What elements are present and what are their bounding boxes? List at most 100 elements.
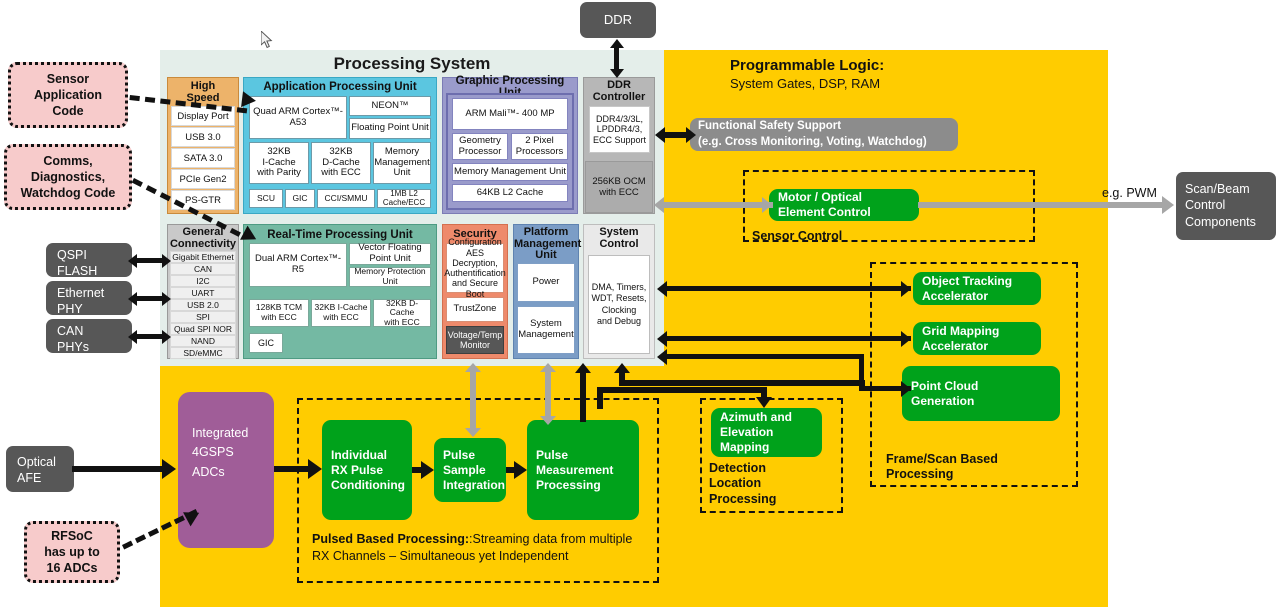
gc-item-i2c: I2C bbox=[170, 275, 236, 287]
object-tracking-arrowhead-left bbox=[657, 281, 667, 297]
ddr-external-box: DDR bbox=[580, 2, 656, 38]
motor-optical-line-1: Motor / Optical bbox=[778, 190, 862, 204]
point-cloud-line-1: Point Cloud bbox=[911, 378, 979, 393]
azimuth-feed-vertical-1 bbox=[597, 393, 603, 409]
apu-dcache-block: 32KB D-Cache with ECC bbox=[311, 142, 371, 184]
ethernet-phy-line-2: PHY bbox=[57, 302, 83, 317]
comms-diagnostics-callout: Comms, Diagnostics, Watchdog Code bbox=[4, 144, 132, 210]
pulse-sample-line-1: Pulse bbox=[443, 447, 476, 462]
pmu-power-block: Power bbox=[517, 263, 575, 302]
gpu-mali-block: ARM Mali™- 400 MP bbox=[452, 98, 568, 130]
security-to-rx-arrowhead-down bbox=[465, 428, 481, 437]
pmu-to-sample-arrowhead-down bbox=[540, 416, 556, 425]
motor-optical-arrowhead-left bbox=[654, 197, 664, 213]
gpu-header: Graphic Processing Unit bbox=[455, 75, 565, 99]
point-cloud-arrowhead-left bbox=[657, 349, 667, 365]
point-cloud-line-2: Generation bbox=[911, 393, 975, 408]
azimuth-line-3: Mapping bbox=[720, 440, 770, 454]
gpu-geometry-processor-block: Geometry Processor bbox=[452, 133, 508, 160]
functional-safety-line-2: (e.g. Cross Monitoring, Voting, Watchdog… bbox=[698, 135, 927, 148]
optical-afe-arrowhead bbox=[162, 459, 176, 479]
pmu-header-line-1: Platform bbox=[523, 226, 569, 238]
ddr-spec-block: DDR4/3/3L, LPDDR4/3, ECC Support bbox=[589, 106, 650, 153]
security-to-rx-arrowhead-up bbox=[465, 363, 481, 372]
gc-item-uart: UART bbox=[170, 287, 236, 299]
measurement-out-arrowhead-up bbox=[614, 363, 630, 373]
programmable-logic-subtitle: System Gates, DSP, RAM bbox=[730, 76, 881, 91]
sensor-application-code-callout: Sensor Application Code bbox=[8, 62, 128, 128]
sensor-control-group-label: Sensor Control bbox=[752, 229, 843, 243]
apu-l2-cache-block: 1MB L2 Cache/ECC bbox=[377, 189, 431, 208]
system-control-line-2: WDT, Resets, bbox=[591, 293, 647, 304]
apu-header: Application Processing Unit bbox=[263, 81, 417, 93]
can-arrowhead-right bbox=[162, 330, 171, 344]
gpu-pixel-line-1: 2 Pixel bbox=[525, 134, 554, 146]
apu-neon-block: NEON™ bbox=[349, 96, 431, 116]
pulse-meas-line-2: Measurement bbox=[536, 462, 614, 477]
object-tracking-connector-line bbox=[666, 286, 911, 291]
sensor-app-line-1: Sensor bbox=[46, 71, 90, 86]
security-config-line-4: and Secure Boot bbox=[451, 278, 499, 299]
comms-line-1: Comms, bbox=[43, 153, 93, 168]
rpu-icache-line-2: with ECC bbox=[323, 312, 359, 322]
grid-mapping-connector-line bbox=[666, 336, 911, 341]
adc-line-1: Integrated bbox=[192, 426, 249, 440]
grid-mapping-accelerator-block: Grid Mapping Accelerator bbox=[913, 322, 1041, 355]
high-speed-item-pcie-gen2: PCIe Gen2 bbox=[171, 169, 235, 189]
gc-item-can: CAN bbox=[170, 263, 236, 275]
gc-item-nand: NAND bbox=[170, 335, 236, 347]
apu-scu-block: SCU bbox=[249, 189, 283, 208]
rpu-dcache-block: 32KB D-Cache with ECC bbox=[373, 298, 431, 327]
ethernet-arrowhead-right bbox=[162, 292, 171, 306]
can-phys-line-2: PHYs bbox=[57, 340, 89, 355]
system-control-header: System Control bbox=[585, 226, 653, 253]
functional-safety-support-block: Functional Safety Support (e.g. Cross Mo… bbox=[690, 118, 958, 151]
security-trustzone-block: TrustZone bbox=[446, 297, 504, 322]
ddr-controller-header: DDR Controller bbox=[585, 79, 653, 106]
measurement-to-ps-arrowhead bbox=[575, 363, 591, 373]
ocm-line-2: with ECC bbox=[599, 187, 639, 198]
apu-core-block: Quad ARM Cortex™-A53 bbox=[249, 96, 347, 139]
rpu-gic-block: GIC bbox=[249, 333, 283, 353]
comms-line-3: Watchdog Code bbox=[20, 186, 116, 201]
grid-mapping-line-1: Grid Mapping bbox=[922, 323, 1000, 338]
gc-item-gigabit-ethernet: Gigabit Ethernet bbox=[170, 251, 236, 263]
detection-label-line-3: Processing bbox=[709, 491, 777, 506]
can-arrowhead-left bbox=[128, 330, 137, 344]
qspi-arrowhead-right bbox=[162, 254, 171, 268]
ocm-block: 256KB OCM with ECC bbox=[585, 161, 653, 213]
pulse-sample-line-3: Integration bbox=[443, 477, 505, 492]
rpu-tcm-block: 128KB TCM with ECC bbox=[249, 299, 309, 327]
rx-cond-line-3: Conditioning bbox=[331, 477, 405, 492]
detection-location-group-label: Detection Location Processing bbox=[709, 461, 849, 511]
security-config-line-3: Authentification bbox=[444, 268, 506, 278]
gc-item-sd-emmc: SD/eMMC bbox=[170, 347, 236, 359]
voltage-temp-line-1: Voltage/Temp bbox=[447, 329, 503, 340]
ddr-spec-line-3: ECC Support bbox=[592, 134, 647, 145]
scan-beam-line-1: Scan/Beam bbox=[1185, 182, 1250, 196]
general-connectivity-header-line-2: Connectivity bbox=[169, 237, 236, 250]
azimuth-line-1: Azimuth and bbox=[720, 410, 792, 424]
grid-mapping-arrowhead-right bbox=[901, 331, 911, 347]
pmu-to-sample-arrowhead-up bbox=[540, 363, 556, 372]
motor-optical-element-control-block: Motor / Optical Element Control bbox=[769, 189, 919, 221]
pulsed-processing-caption: Pulsed Based Processing::Streaming data … bbox=[312, 531, 642, 581]
mouse-cursor bbox=[261, 31, 273, 49]
rfsoc-adcs-callout: RFSoC has up to 16 ADCs bbox=[24, 521, 120, 583]
pmu-to-sample-connector-line bbox=[545, 370, 551, 420]
grid-mapping-arrowhead-left bbox=[657, 331, 667, 347]
comms-line-2: Diagnostics, bbox=[30, 169, 106, 184]
rx-cond-line-1: Individual bbox=[331, 447, 388, 462]
system-control-header-line-1: System bbox=[599, 226, 639, 238]
scan-beam-line-2: Control bbox=[1185, 198, 1226, 213]
detection-label-line-1: Detection bbox=[709, 461, 766, 475]
object-tracking-accelerator-block: Object Tracking Accelerator bbox=[913, 272, 1041, 305]
processing-system-title: Processing System bbox=[333, 54, 491, 73]
system-control-line-3: Clocking bbox=[601, 304, 637, 315]
sensor-app-line-2: Application bbox=[33, 87, 103, 102]
rx-cond-line-2: RX Pulse bbox=[331, 462, 384, 477]
object-tracking-arrowhead-right bbox=[901, 281, 911, 297]
frame-scan-label-line-1: Frame/Scan Based bbox=[886, 452, 998, 466]
azimuth-elevation-mapping-block: Azimuth and Elevation Mapping bbox=[711, 408, 822, 457]
security-config-block: Configuration AES Decryption, Authentifi… bbox=[444, 237, 506, 298]
